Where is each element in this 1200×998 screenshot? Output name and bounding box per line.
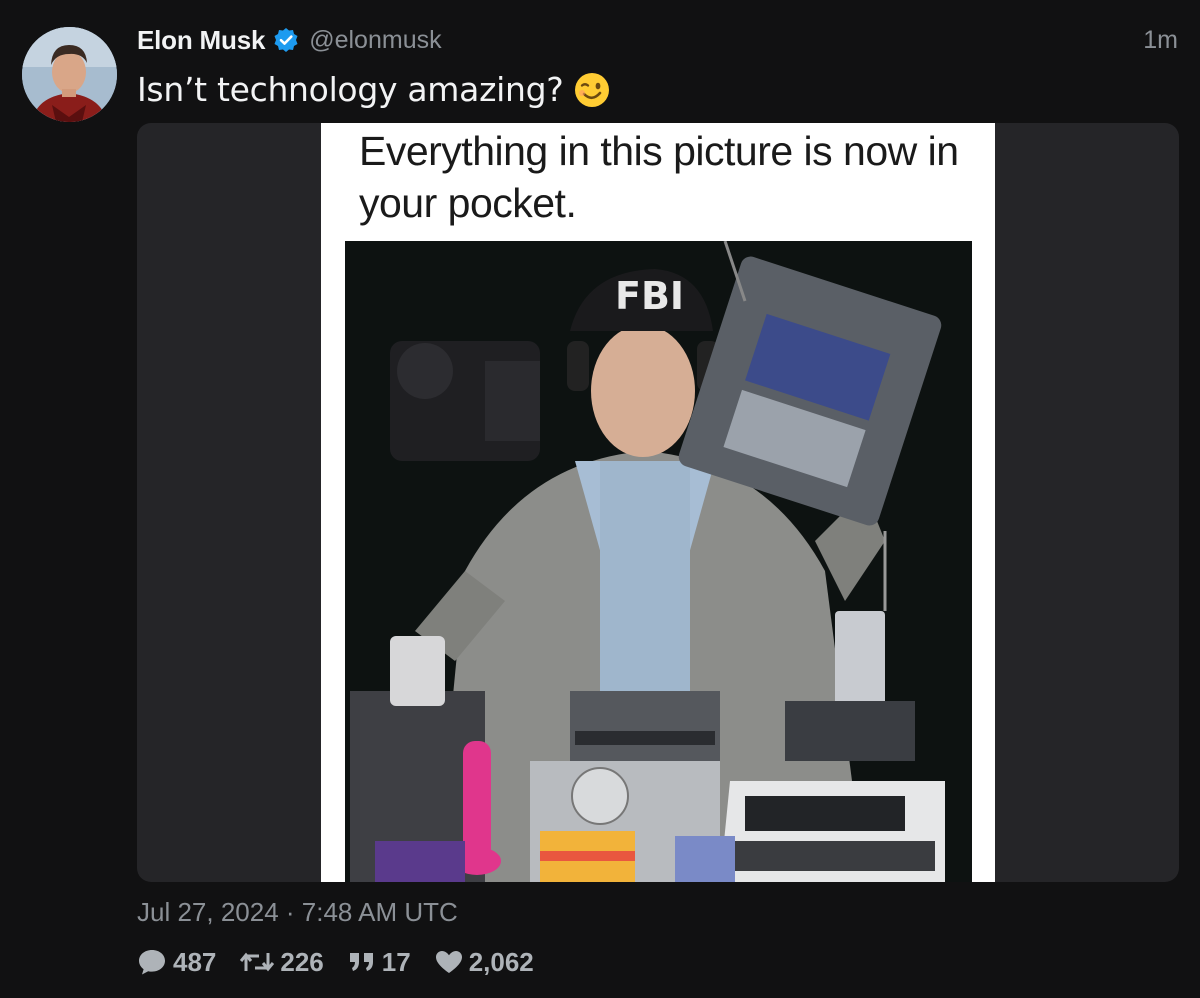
retweet-stat[interactable]: 226 xyxy=(240,946,324,978)
meme-caption: Everything in this picture is now in you… xyxy=(359,128,959,226)
tweet-header: Elon Musk @elonmusk xyxy=(137,24,442,56)
avatar[interactable] xyxy=(22,27,117,122)
tweet-text-content: Isn’t technology amazing? xyxy=(137,70,564,109)
like-stat[interactable]: 2,062 xyxy=(435,947,534,978)
relative-time[interactable]: 1m xyxy=(1143,26,1178,55)
quote-stat[interactable]: 17 xyxy=(348,947,411,978)
verified-badge-icon xyxy=(273,27,299,53)
meme-photo: FBI xyxy=(345,241,972,882)
tweet-card[interactable]: Elon Musk @elonmusk 1m Isn’t technology … xyxy=(0,0,1200,998)
reply-count: 487 xyxy=(173,946,217,977)
tweet-timestamp[interactable]: Jul 27, 2024 · 7:48 AM UTC xyxy=(137,897,458,928)
author-name[interactable]: Elon Musk xyxy=(137,25,265,56)
speech-bubble-icon xyxy=(139,950,165,975)
meme-image: Everything in this picture is now in you… xyxy=(321,123,995,882)
svg-text:FBI: FBI xyxy=(615,274,684,318)
winking-face-emoji-icon xyxy=(573,71,611,109)
quote-icon xyxy=(349,953,373,971)
retweet-icon xyxy=(240,952,275,972)
like-count: 2,062 xyxy=(468,946,534,977)
engagement-stats: 487 226 17 2,062 xyxy=(137,945,558,979)
tweet-text: Isn’t technology amazing? xyxy=(137,70,611,109)
tweet-media[interactable]: Everything in this picture is now in you… xyxy=(137,123,1179,882)
author-handle[interactable]: @elonmusk xyxy=(309,26,441,55)
quote-count: 17 xyxy=(381,946,411,977)
retweet-count: 226 xyxy=(280,946,324,977)
heart-icon xyxy=(435,951,462,973)
reply-stat[interactable]: 487 xyxy=(137,947,216,978)
